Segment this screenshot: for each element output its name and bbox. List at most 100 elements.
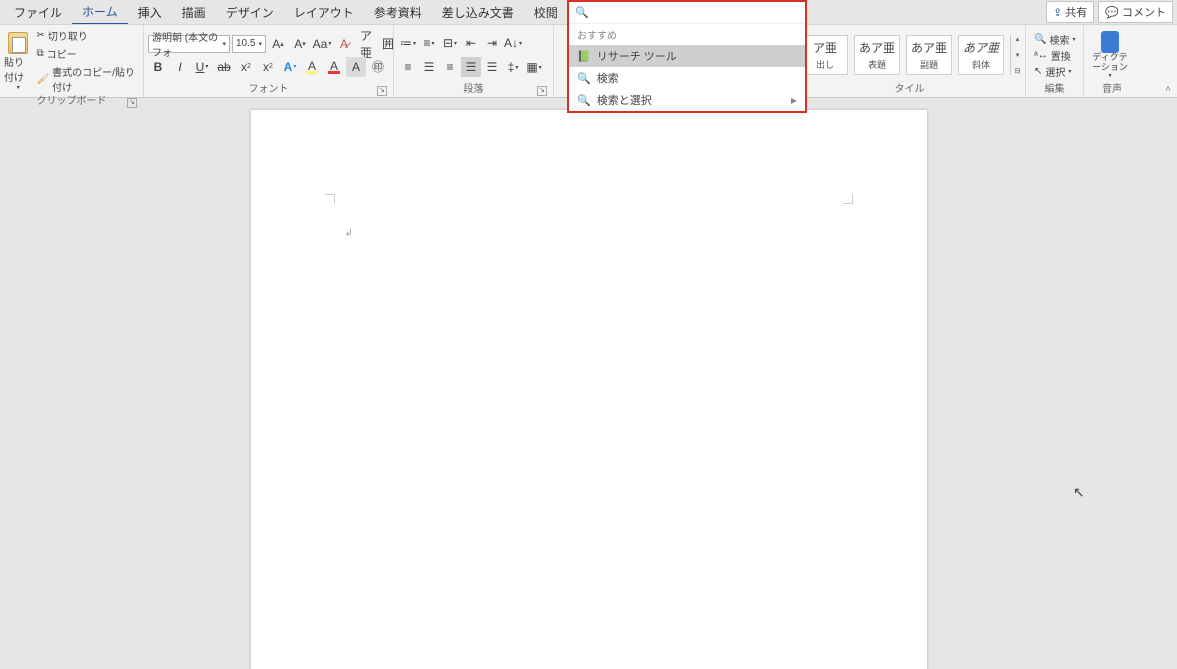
char-border-button[interactable]: ㊞ [368, 57, 388, 77]
dialog-launcher[interactable]: ↘ [537, 86, 547, 96]
superscript-button[interactable]: x2 [258, 57, 278, 77]
tab-file[interactable]: ファイル [4, 0, 72, 24]
style-preview: あア亜 [911, 39, 947, 56]
tab-layout[interactable]: レイアウト [284, 0, 364, 24]
group-styles: ア亜出し あア亜表題 あア亜副題 あア亜斜体 ▴▾⊟ タイル [794, 25, 1026, 97]
subscript-button[interactable]: x2 [236, 57, 256, 77]
copy-button[interactable]: ⧉ コピー [34, 45, 137, 62]
style-item[interactable]: あア亜副題 [906, 35, 952, 75]
group-voice: ディクテーション ▾ 音声 [1084, 25, 1140, 97]
tab-draw[interactable]: 描画 [172, 0, 216, 24]
copy-icon: ⧉ [36, 48, 43, 59]
style-item[interactable]: あア亜表題 [854, 35, 900, 75]
paste-label: 貼り付け [4, 54, 32, 84]
bold-button[interactable]: B [148, 57, 168, 77]
share-button[interactable]: ⇪共有 [1046, 1, 1094, 23]
format-painter-button[interactable]: 🖌書式のコピー/貼り付け [34, 63, 137, 95]
format-painter-label: 書式のコピー/貼り付け [52, 64, 135, 94]
chevron-right-icon: ▶ [791, 96, 797, 105]
align-center-button[interactable]: ☰ [419, 57, 439, 77]
replace-icon: ᵃ↔ [1034, 50, 1048, 61]
tab-mailings[interactable]: 差し込み文書 [432, 0, 524, 24]
replace-label: 置換 [1051, 48, 1071, 63]
strikethrough-button[interactable]: ab [214, 57, 234, 77]
group-editing: 🔍検索▾ ᵃ↔置換 ↖選択▾ 編集 [1026, 25, 1084, 97]
copy-label: コピー [47, 46, 77, 61]
brush-icon: 🖌 [36, 74, 49, 85]
phonetic-guide-button[interactable]: ア亜 [356, 34, 376, 54]
search-item-find[interactable]: 🔍 検索 [569, 67, 805, 89]
tab-insert[interactable]: 挿入 [128, 0, 172, 24]
document-scroll-area[interactable]: ↲ [0, 98, 1177, 669]
numbering-button[interactable]: ≡▾ [419, 33, 439, 53]
search-input-row[interactable]: 🔍 [569, 2, 805, 24]
line-spacing-button[interactable]: ‡▾ [503, 57, 523, 77]
italic-button[interactable]: I [170, 57, 190, 77]
select-button[interactable]: ↖選択▾ [1034, 64, 1075, 79]
font-size-combo[interactable]: 10.5▾ [232, 35, 266, 53]
tell-me-search-popup: 🔍 おすすめ 📗 リサーチ ツール 🔍 検索 🔍 検索と選択 ▶ [567, 0, 807, 113]
cursor-icon: ↖ [1034, 66, 1042, 77]
group-paragraph: ≔▾ ≡▾ ⊟▾ ⇤ ⇥ A↓▾ ≡ ☰ ≡ ☰ ☰ ‡▾ ▦▾ 段落↘ [394, 25, 554, 97]
comments-label: コメント [1122, 4, 1166, 20]
paragraph-mark-icon: ↲ [345, 228, 353, 239]
tab-references[interactable]: 参考資料 [364, 0, 432, 24]
search-icon: 🔍 [577, 72, 591, 85]
multilevel-button[interactable]: ⊟▾ [440, 33, 460, 53]
style-name: 出し [816, 58, 834, 71]
cut-button[interactable]: ✂ 切り取り [34, 27, 137, 44]
bullets-button[interactable]: ≔▾ [398, 33, 418, 53]
select-label: 選択 [1045, 64, 1065, 79]
justify-button[interactable]: ☰ [461, 57, 481, 77]
style-name: 副題 [920, 58, 938, 71]
clear-format-button[interactable]: A̷ [334, 34, 354, 54]
style-item[interactable]: あア亜斜体 [958, 35, 1004, 75]
group-label-text: 編集 [1045, 84, 1065, 95]
find-button[interactable]: 🔍検索▾ [1034, 32, 1075, 47]
search-item-label: リサーチ ツール [597, 48, 677, 64]
search-icon: 🔍 [575, 6, 589, 19]
scissors-icon: ✂ [36, 30, 44, 41]
search-icon: 🔍 [577, 94, 591, 107]
collapse-ribbon-button[interactable]: ˄ [1165, 84, 1171, 95]
paste-button[interactable]: 貼り付け ▾ [4, 32, 32, 91]
text-effects-button[interactable]: A▾ [280, 57, 300, 77]
replace-button[interactable]: ᵃ↔置換 [1034, 48, 1075, 63]
dictate-label: ディクテーション [1088, 53, 1132, 73]
grow-font-button[interactable]: A▴ [268, 34, 288, 54]
dialog-launcher[interactable]: ↘ [377, 86, 387, 96]
comments-button[interactable]: 💬コメント [1098, 1, 1173, 23]
dictate-button[interactable]: ディクテーション ▾ [1088, 31, 1132, 80]
tab-home[interactable]: ホーム [72, 0, 128, 25]
search-input[interactable] [593, 7, 799, 19]
decrease-indent-button[interactable]: ⇤ [461, 33, 481, 53]
group-clipboard: 貼り付け ▾ ✂切り取り ⧉コピー 🖌書式のコピー/貼り付け クリップボード↘ [0, 25, 144, 97]
search-item-label: 検索 [597, 70, 619, 86]
group-font: 游明朝 (本文のフォ▾ 10.5▾ A▴ A▾ Aa▾ A̷ ア亜 囲 B I … [144, 25, 394, 97]
style-item[interactable]: ア亜出し [802, 35, 848, 75]
align-right-button[interactable]: ≡ [440, 57, 460, 77]
style-gallery-scroll[interactable]: ▴▾⊟ [1010, 35, 1024, 75]
font-name-combo[interactable]: 游明朝 (本文のフォ▾ [148, 35, 230, 53]
align-left-button[interactable]: ≡ [398, 57, 418, 77]
margin-mark [843, 194, 853, 204]
change-case-button[interactable]: Aa▾ [312, 34, 332, 54]
font-color-button[interactable]: A [324, 57, 344, 77]
underline-button[interactable]: U▾ [192, 57, 212, 77]
char-shading-button[interactable]: A [346, 57, 366, 77]
group-label-text: タイル [895, 84, 925, 95]
sort-button[interactable]: A↓▾ [503, 33, 523, 53]
highlight-button[interactable]: A [302, 57, 322, 77]
shading-button[interactable]: ▦▾ [524, 57, 544, 77]
cut-label: 切り取り [48, 28, 88, 43]
tab-review[interactable]: 校閲 [524, 0, 568, 24]
tab-design[interactable]: デザイン [216, 0, 284, 24]
search-item-research[interactable]: 📗 リサーチ ツール [569, 45, 805, 67]
shrink-font-button[interactable]: A▾ [290, 34, 310, 54]
distributed-button[interactable]: ☰ [482, 57, 502, 77]
font-name-text: 游明朝 (本文のフォ [152, 29, 222, 59]
group-label-text: 音声 [1102, 84, 1122, 95]
increase-indent-button[interactable]: ⇥ [482, 33, 502, 53]
document-page[interactable]: ↲ [251, 110, 927, 669]
search-item-findselect[interactable]: 🔍 検索と選択 ▶ [569, 89, 805, 111]
